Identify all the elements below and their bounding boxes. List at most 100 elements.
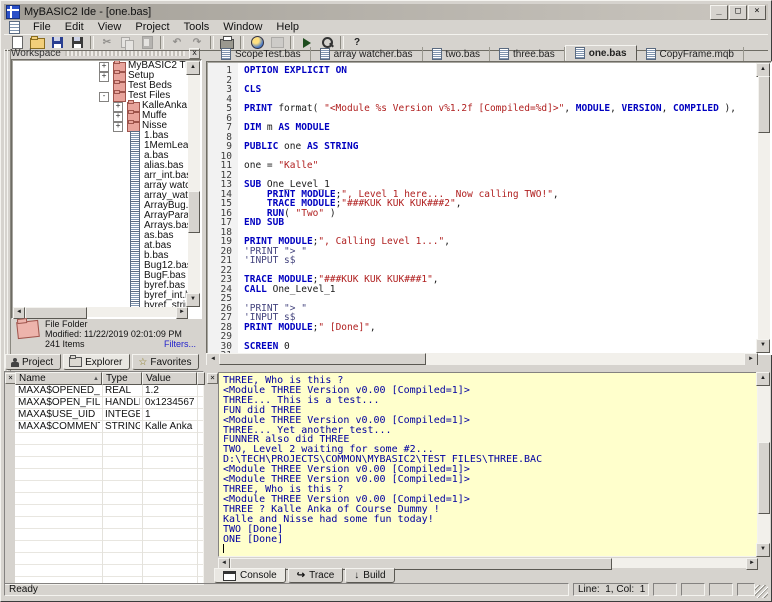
code-line: 7 DIM m AS MODULE bbox=[208, 123, 758, 133]
tab-label: Build bbox=[363, 570, 386, 581]
scroll-right-icon[interactable]: ► bbox=[176, 307, 188, 319]
tab-one-bas[interactable]: one.bas bbox=[564, 45, 637, 61]
status-message: Ready bbox=[4, 583, 569, 596]
output-tab-bar: Console ↪ Trace ↓ Build bbox=[214, 568, 397, 583]
scroll-left-icon[interactable]: ◄ bbox=[13, 307, 25, 319]
scroll-down-icon[interactable]: ▼ bbox=[186, 293, 200, 307]
tab-console[interactable]: Console bbox=[214, 568, 286, 583]
scroll-up-icon[interactable]: ▲ bbox=[186, 61, 200, 75]
scroll-up-icon[interactable]: ▲ bbox=[756, 372, 770, 386]
editor-hscroll-thumb[interactable] bbox=[219, 353, 426, 365]
tab-three-bas[interactable]: three.bas bbox=[490, 47, 565, 61]
code-area[interactable]: 1 OPTION EXPLICIT ON 2 3 CLS 4 5 PRINT format( … bbox=[208, 63, 758, 353]
document-icon bbox=[574, 47, 585, 59]
tab-label: array watcher.bas bbox=[333, 48, 413, 60]
watch-cell: MAXA$COMMENT bbox=[18, 421, 100, 432]
column-header-type[interactable]: Type bbox=[102, 372, 142, 385]
close-button[interactable]: × bbox=[748, 4, 766, 20]
tab-explorer[interactable]: Explorer bbox=[63, 354, 131, 370]
workspace-grip[interactable] bbox=[64, 50, 185, 56]
tab-two-bas[interactable]: two.bas bbox=[423, 47, 491, 61]
code-line: 3 CLS bbox=[208, 85, 758, 95]
tab-trace[interactable]: ↪ Trace bbox=[287, 568, 344, 583]
watch-row[interactable]: MAXA$USE_UID INTEGER 1 bbox=[15, 409, 203, 421]
tree-horizontal-scrollbar[interactable]: ◄ ► bbox=[13, 307, 188, 319]
watch-cell: Kalle Anka bbox=[145, 421, 193, 432]
code-line: 16 RUN( "Two" ) bbox=[208, 208, 758, 219]
resize-grip[interactable] bbox=[755, 585, 768, 598]
tree-item-mybasic2-tracer[interactable]: +MyBASIC2 Tracer bbox=[13, 61, 188, 72]
menu-file[interactable]: File bbox=[26, 20, 58, 34]
watch-cell: STRING bbox=[105, 421, 140, 432]
scroll-up-icon[interactable]: ▲ bbox=[756, 63, 770, 77]
tree-item-label: byref_string.bas bbox=[144, 300, 188, 307]
workspace-header: Workspace x bbox=[11, 47, 200, 59]
status-pane bbox=[681, 583, 705, 596]
mdi-child-icon[interactable] bbox=[9, 20, 20, 34]
tab-label: one.bas bbox=[588, 47, 627, 59]
tree-vertical-scrollbar[interactable]: ▲ ▼ bbox=[186, 61, 200, 307]
code-line: 29 bbox=[208, 332, 758, 342]
tab-label: Trace bbox=[309, 570, 335, 581]
watch-cell: 1 bbox=[145, 409, 151, 420]
editor-vscroll-thumb[interactable] bbox=[758, 76, 770, 133]
scroll-down-icon[interactable]: ▼ bbox=[756, 339, 770, 353]
scroll-right-icon[interactable]: ► bbox=[746, 558, 758, 570]
watch-cell: INTEGER bbox=[105, 409, 140, 420]
menu-view[interactable]: View bbox=[91, 20, 129, 34]
status-bar: Ready Line: 1, Col: 1 bbox=[4, 582, 768, 598]
code-line: 11 one = "Kalle" bbox=[208, 161, 758, 171]
tab-array-watcher-bas[interactable]: array watcher.bas bbox=[311, 47, 423, 61]
tab-project[interactable]: Project bbox=[5, 354, 62, 370]
status-pane bbox=[653, 583, 677, 596]
menu-window[interactable]: Window bbox=[216, 20, 269, 34]
code-editor[interactable]: 1 OPTION EXPLICIT ON 2 3 CLS 4 5 PRINT format( … bbox=[206, 61, 772, 355]
menu-help[interactable]: Help bbox=[269, 20, 306, 34]
status-pane bbox=[709, 583, 733, 596]
menu-project[interactable]: Project bbox=[128, 20, 176, 34]
column-header-value[interactable]: Value bbox=[142, 372, 197, 385]
text-caret bbox=[223, 544, 224, 554]
panel-splitter[interactable] bbox=[206, 365, 768, 372]
editor-vertical-scrollbar[interactable]: ▲ ▼ bbox=[756, 63, 770, 353]
scroll-down-icon[interactable]: ▼ bbox=[756, 543, 770, 557]
watch-panel: × Name▲TypeValueMAXA$OPENED_FILESREAL1.2… bbox=[4, 371, 205, 585]
column-header-name[interactable]: Name ▲ bbox=[15, 372, 102, 385]
console-line: TWO [Done] bbox=[223, 523, 284, 535]
minimize-button[interactable]: _ bbox=[710, 4, 728, 20]
code-line: 9 PUBLIC one AS STRING bbox=[208, 142, 758, 152]
watch-row[interactable]: MAXA$COMMENT STRING Kalle Anka bbox=[15, 421, 203, 433]
menu-tools[interactable]: Tools bbox=[177, 20, 217, 34]
code-line: 21 'INPUT s$ bbox=[208, 256, 758, 266]
maximize-button[interactable]: □ bbox=[729, 4, 747, 20]
console-vscroll-thumb[interactable] bbox=[758, 442, 770, 514]
folder-type: File Folder bbox=[45, 319, 88, 329]
tab-label: Console bbox=[240, 570, 277, 581]
tree-scroll-thumb[interactable] bbox=[188, 191, 200, 233]
workspace-close-icon[interactable]: x bbox=[189, 47, 200, 59]
console-output[interactable]: THREE, Who is this ? <Module THREE Versio… bbox=[218, 372, 758, 557]
tree-hscroll-thumb[interactable] bbox=[25, 307, 87, 319]
watch-row[interactable]: MAXA$OPEN_FILE_1.FID HANDLE 0x12345678 bbox=[15, 397, 203, 409]
watch-row[interactable]: MAXA$OPENED_FILES REAL 1.2 bbox=[15, 385, 203, 397]
tab-build[interactable]: ↓ Build bbox=[345, 568, 395, 583]
watch-table[interactable]: Name▲TypeValueMAXA$OPENED_FILESREAL1.2MA… bbox=[15, 372, 205, 584]
explorer-icon bbox=[69, 355, 83, 367]
console-vertical-scrollbar[interactable]: ▲ ▼ bbox=[756, 372, 770, 557]
tab-label: two.bas bbox=[445, 48, 481, 60]
folder-info: File Folder Modified: 11/22/2019 02:01:0… bbox=[11, 319, 200, 353]
tab-favorites[interactable]: ☆ Favorites bbox=[132, 354, 200, 370]
code-line: 5 PRINT format( "<Module %s Version v%1.2… bbox=[208, 104, 758, 114]
console-close-icon[interactable]: × bbox=[207, 373, 218, 384]
watch-cell: MAXA$OPEN_FILE_1.FID bbox=[18, 397, 100, 408]
menu-edit[interactable]: Edit bbox=[58, 20, 91, 34]
console-cursor-line bbox=[223, 544, 757, 555]
filters-link[interactable]: Filters... bbox=[164, 339, 196, 349]
tab-copyframe-mqb[interactable]: CopyFrame.mqb bbox=[637, 47, 744, 61]
trace-icon: ↪ bbox=[296, 570, 306, 581]
project-icon bbox=[11, 357, 19, 367]
tab-scopetest-bas[interactable]: ScopeTest.bas bbox=[212, 47, 311, 61]
editor-horizontal-scrollbar[interactable]: ◄ ► bbox=[206, 353, 758, 367]
watch-cell: 1.2 bbox=[145, 385, 159, 396]
console-horizontal-scrollbar[interactable]: ◄ ► bbox=[218, 558, 758, 570]
